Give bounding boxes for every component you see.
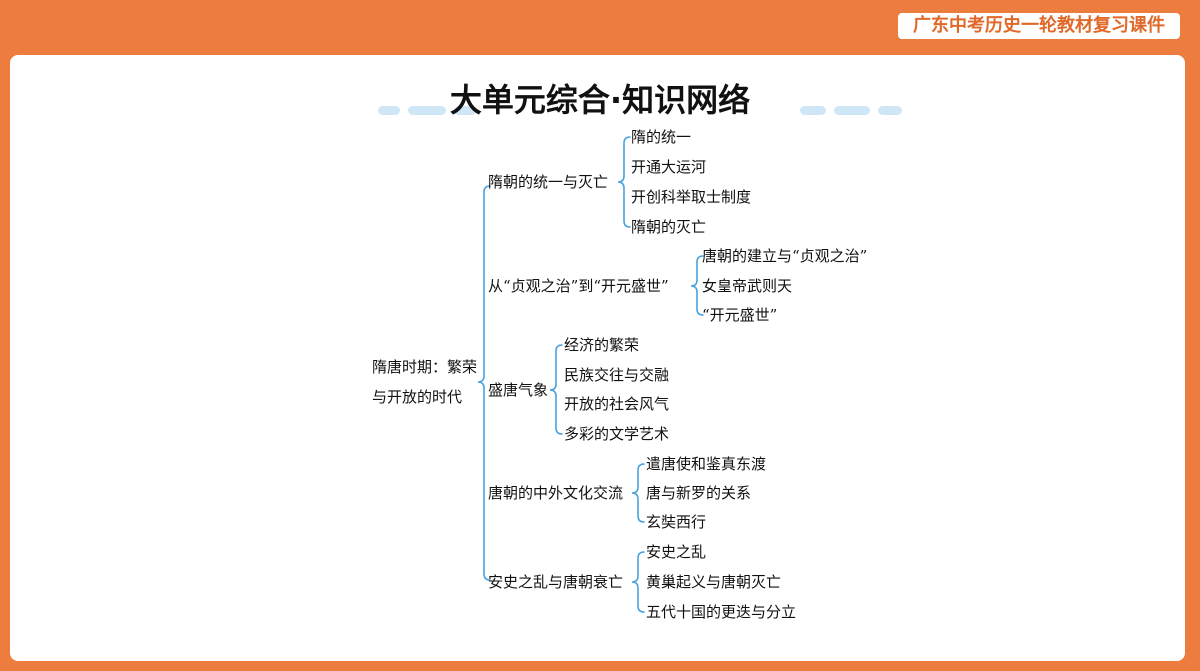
leaf-item: 唐朝的建立与“贞观之治” <box>702 247 868 265</box>
leaf-item: 民族交往与交融 <box>564 366 670 384</box>
leaf-item: 多彩的文学艺术 <box>564 425 670 443</box>
leaf-item: 女皇帝武则天 <box>702 277 793 295</box>
leaf-item: 隋朝的灭亡 <box>631 218 707 236</box>
leaf-item: 开通大运河 <box>631 158 707 176</box>
leaf-item: 开放的社会风气 <box>564 395 670 413</box>
leaf-item: 唐与新罗的关系 <box>646 484 752 502</box>
branch-tang-glory: 盛唐气象 <box>488 381 549 399</box>
leaf-item: 遣唐使和鉴真东渡 <box>646 455 767 473</box>
leaf-item: 五代十国的更迭与分立 <box>646 603 797 621</box>
leaf-item: 开创科举取士制度 <box>631 188 752 206</box>
branch-cultural-exchange: 唐朝的中外文化交流 <box>488 484 624 502</box>
leaf-item: 安史之乱 <box>646 543 707 561</box>
leaf-item: 隋的统一 <box>631 128 692 146</box>
branch-anshi-decline: 安史之乱与唐朝衰亡 <box>488 573 624 591</box>
leaf-item: “开元盛世” <box>702 306 778 324</box>
root-node-line1: 隋唐时期：繁荣 <box>372 358 478 376</box>
leaf-item: 玄奘西行 <box>646 513 707 531</box>
leaf-item: 黄巢起义与唐朝灭亡 <box>646 573 782 591</box>
branch-sui-unification: 隋朝的统一与灭亡 <box>488 173 609 191</box>
leaf-item: 经济的繁荣 <box>564 336 640 354</box>
root-node-line2: 与开放的时代 <box>372 388 463 406</box>
branch-zhenguan-kaiyuan: 从“贞观之治”到“开元盛世” <box>488 277 669 295</box>
